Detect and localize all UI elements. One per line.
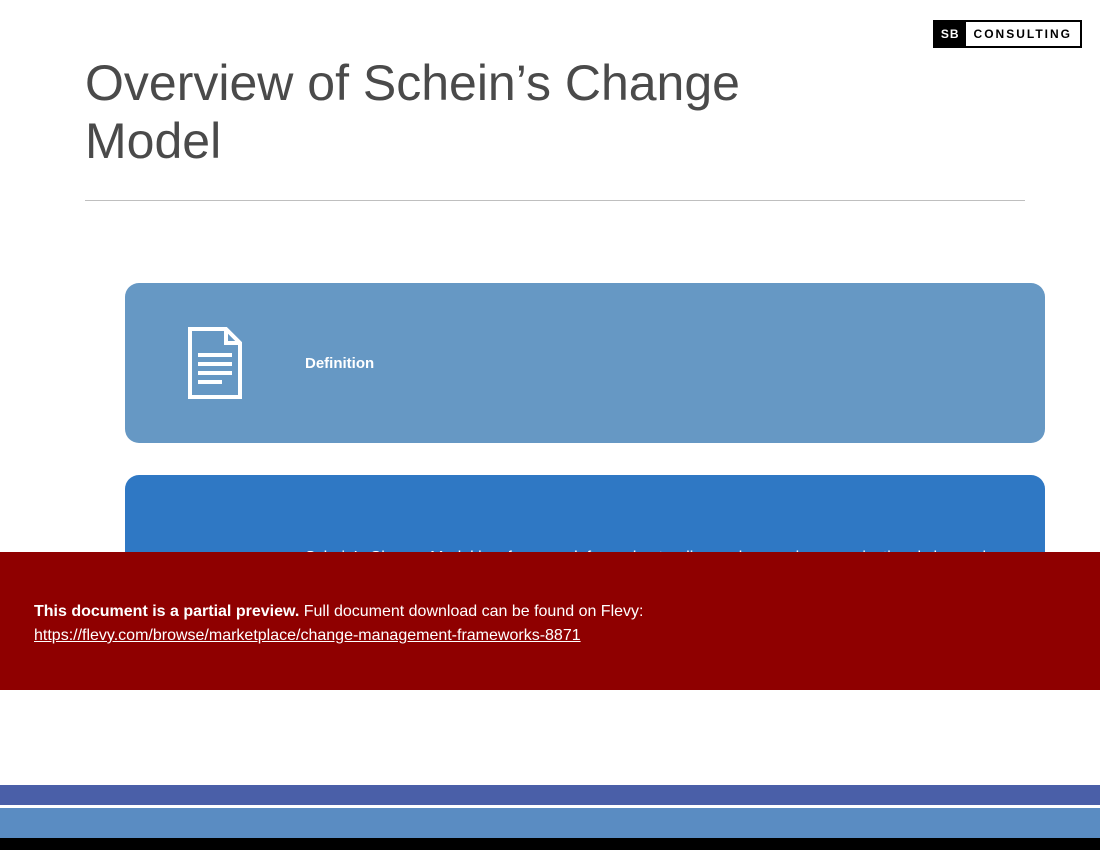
logo-word: CONSULTING — [966, 27, 1080, 41]
page-title: Overview of Schein’s Change Model — [85, 55, 785, 170]
banner-link[interactable]: https://flevy.com/browse/marketplace/cha… — [34, 627, 581, 644]
logo-initials: SB — [935, 22, 966, 46]
brand-logo: SB CONSULTING — [933, 20, 1082, 48]
preview-banner: This document is a partial preview. Full… — [0, 552, 1100, 690]
banner-bold: This document is a partial preview. — [34, 603, 299, 620]
footer-bar — [0, 785, 1100, 805]
footer-bar — [0, 808, 1100, 842]
title-divider — [85, 200, 1025, 201]
card-label: Definition — [305, 355, 1005, 372]
footer-bar — [0, 838, 1100, 850]
banner-rest: Full document download can be found on F… — [299, 603, 643, 620]
document-icon — [125, 327, 305, 399]
definition-card: Definition — [125, 283, 1045, 443]
